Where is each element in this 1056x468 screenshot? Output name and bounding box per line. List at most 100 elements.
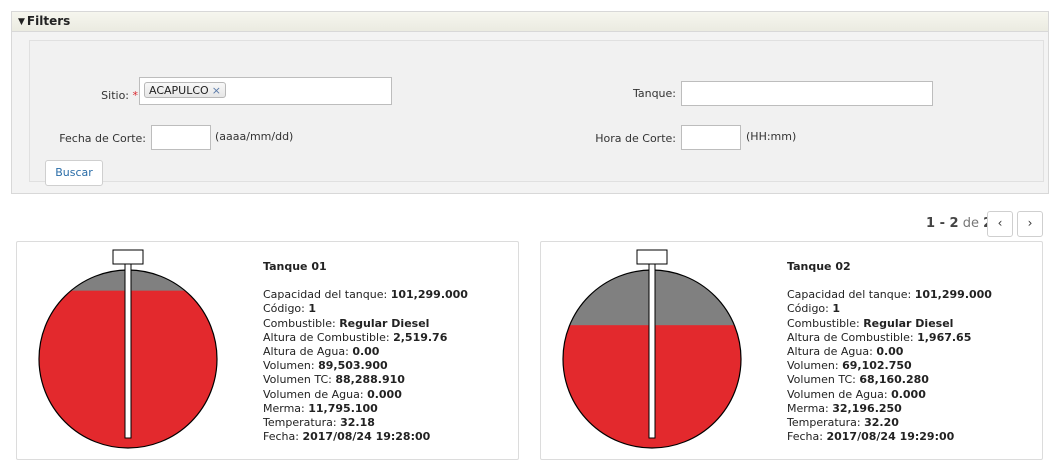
filters-panel: ▼ Filters Sitio: * ACAPULCO × Tanque: Fech… bbox=[11, 11, 1049, 194]
tank-card: Tanque 02 Capacidad del tanque: 101,299.0… bbox=[540, 241, 1043, 460]
tank-info-row: Volumen de Agua: 0.000 bbox=[787, 388, 992, 402]
tank-info: Tanque 01 Capacidad del tanque: 101,299.0… bbox=[263, 260, 468, 444]
tank-gauge bbox=[38, 249, 218, 449]
tank-info-value: 2017/08/24 19:29:00 bbox=[826, 430, 955, 444]
required-mark: * bbox=[132, 89, 139, 102]
tank-info-row: Capacidad del tanque: 101,299.000 bbox=[263, 288, 468, 302]
tank-info-label: Altura de Agua: bbox=[263, 345, 349, 359]
tank-info-value: 2017/08/24 19:28:00 bbox=[302, 430, 431, 444]
tank-info-row: Código: 1 bbox=[263, 302, 468, 316]
tank-info-row: Temperatura: 32.20 bbox=[787, 416, 992, 430]
tank-info-value: 101,299.000 bbox=[390, 288, 468, 302]
pager-summary: 1 - 2 de 2 bbox=[926, 216, 992, 231]
tank-info-row: Fecha: 2017/08/24 19:28:00 bbox=[263, 430, 468, 444]
tank-info-row: Capacidad del tanque: 101,299.000 bbox=[787, 288, 992, 302]
tank-card: Tanque 01 Capacidad del tanque: 101,299.0… bbox=[16, 241, 519, 460]
tank-info-value: 89,503.900 bbox=[318, 359, 388, 373]
tank-info-row: Altura de Combustible: 2,519.76 bbox=[263, 331, 468, 345]
dipstick-cap bbox=[636, 249, 668, 265]
tank-info-value: 1 bbox=[832, 302, 841, 316]
tank-info-value: 32,196.250 bbox=[832, 401, 902, 415]
dipstick-rod bbox=[124, 263, 132, 439]
tank-info-row: Código: 1 bbox=[787, 302, 992, 316]
tank-info-row: Altura de Agua: 0.00 bbox=[787, 345, 992, 359]
tank-info-label: Volumen de Agua: bbox=[787, 387, 888, 401]
tank-info-value: 32.20 bbox=[864, 416, 899, 430]
dipstick-cap bbox=[112, 249, 144, 265]
fecha-label: Fecha de Corte: bbox=[59, 132, 146, 145]
tank-info-row: Volumen: 89,503.900 bbox=[263, 359, 468, 373]
tank-info-row: Volumen de Agua: 0.000 bbox=[263, 388, 468, 402]
search-button[interactable]: Buscar bbox=[45, 160, 103, 186]
tanque-input[interactable] bbox=[681, 81, 933, 106]
tank-info-value: Regular Diesel bbox=[339, 316, 430, 330]
tank-info-value: 0.00 bbox=[352, 345, 380, 359]
tank-info-label: Fecha: bbox=[263, 430, 299, 444]
tank-info-label: Combustible: bbox=[263, 316, 336, 330]
tank-info-label: Volumen: bbox=[787, 359, 839, 373]
tank-info-label: Combustible: bbox=[787, 316, 860, 330]
caret-down-icon[interactable]: ▼ bbox=[18, 13, 25, 32]
hora-input[interactable] bbox=[681, 125, 741, 150]
tank-info-label: Altura de Combustible: bbox=[787, 330, 914, 344]
tank-info-value: 11,795.100 bbox=[308, 401, 378, 415]
next-page-button[interactable]: › bbox=[1017, 211, 1043, 237]
fecha-input[interactable] bbox=[151, 125, 211, 150]
filters-header[interactable]: ▼ Filters bbox=[12, 12, 1048, 32]
tank-info-value: 0.00 bbox=[876, 345, 904, 359]
tank-info-value: 32.18 bbox=[340, 416, 375, 430]
tank-info-value: Regular Diesel bbox=[863, 316, 954, 330]
tank-title: Tanque 02 bbox=[787, 260, 851, 273]
pager-of: de bbox=[962, 216, 979, 231]
tank-info-row: Temperatura: 32.18 bbox=[263, 416, 468, 430]
tank-info-label: Altura de Combustible: bbox=[263, 330, 390, 344]
tank-info-value: 0.000 bbox=[367, 387, 402, 401]
prev-page-button[interactable]: ‹ bbox=[987, 211, 1013, 237]
tank-info-label: Capacidad del tanque: bbox=[263, 288, 388, 302]
sitio-label-text: Sitio: bbox=[101, 89, 129, 102]
tank-info-label: Capacidad del tanque: bbox=[787, 288, 912, 302]
tank-info-label: Temperatura: bbox=[263, 416, 337, 430]
tanque-label: Tanque: bbox=[632, 87, 676, 100]
tank-info-label: Merma: bbox=[787, 401, 829, 415]
tank-gauge bbox=[562, 249, 742, 449]
tank-info-label: Código: bbox=[263, 302, 305, 316]
tank-info-value: 2,519.76 bbox=[393, 330, 448, 344]
tank-info: Tanque 02 Capacidad del tanque: 101,299.0… bbox=[787, 260, 992, 444]
tank-info-row: Altura de Combustible: 1,967.65 bbox=[787, 331, 992, 345]
tank-info-row: Altura de Agua: 0.00 bbox=[263, 345, 468, 359]
tank-info-label: Código: bbox=[787, 302, 829, 316]
filters-title: Filters bbox=[26, 14, 71, 28]
tank-info-label: Volumen TC: bbox=[263, 373, 332, 387]
pager-range: 1 - 2 bbox=[926, 216, 959, 231]
filters-body: Sitio: * ACAPULCO × Tanque: Fecha de Cort… bbox=[29, 40, 1044, 186]
tank-info-label: Temperatura: bbox=[787, 416, 861, 430]
tank-info-value: 1 bbox=[308, 302, 317, 316]
tank-info-label: Volumen de Agua: bbox=[263, 387, 364, 401]
tank-info-value: 1,967.65 bbox=[917, 330, 972, 344]
tank-info-row: Merma: 32,196.250 bbox=[787, 402, 992, 416]
tank-info-label: Fecha: bbox=[787, 430, 823, 444]
tank-info-label: Merma: bbox=[263, 401, 305, 415]
tank-info-row: Volumen TC: 68,160.280 bbox=[787, 373, 992, 387]
tank-info-row: Fecha: 2017/08/24 19:29:00 bbox=[787, 430, 992, 444]
tank-info-value: 68,160.280 bbox=[859, 373, 929, 387]
remove-tag-icon[interactable]: × bbox=[212, 84, 221, 97]
chevron-left-icon: ‹ bbox=[997, 216, 1003, 230]
hora-label: Hora de Corte: bbox=[595, 132, 676, 145]
sitio-multiselect[interactable]: ACAPULCO × bbox=[139, 77, 392, 105]
tank-info-row: Volumen TC: 88,288.910 bbox=[263, 373, 468, 387]
tank-info-row: Volumen: 69,102.750 bbox=[787, 359, 992, 373]
tank-info-value: 69,102.750 bbox=[842, 359, 912, 373]
chevron-right-icon: › bbox=[1027, 216, 1033, 230]
tank-title: Tanque 01 bbox=[263, 260, 327, 273]
sitio-label: Sitio: * bbox=[30, 89, 138, 102]
tank-info-row: Combustible: Regular Diesel bbox=[787, 317, 992, 331]
tank-info-value: 88,288.910 bbox=[335, 373, 405, 387]
tank-info-value: 0.000 bbox=[891, 387, 926, 401]
tank-info-label: Volumen: bbox=[263, 359, 315, 373]
hora-hint: (HH:mm) bbox=[746, 130, 797, 143]
fecha-hint: (aaaa/mm/dd) bbox=[215, 130, 294, 143]
tank-info-row: Merma: 11,795.100 bbox=[263, 402, 468, 416]
tank-info-value: 101,299.000 bbox=[914, 288, 992, 302]
